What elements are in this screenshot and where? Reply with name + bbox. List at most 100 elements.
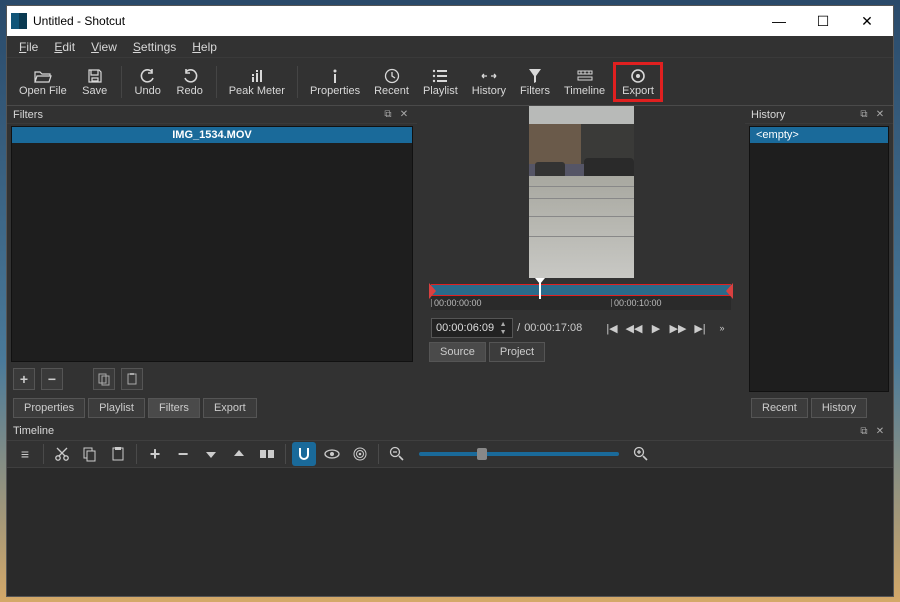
filters-panel-header: Filters ⧉ ✕ bbox=[7, 106, 417, 124]
position-up-icon[interactable]: ▲ bbox=[498, 320, 508, 328]
menu-file[interactable]: FFileile bbox=[11, 38, 46, 56]
tab-history[interactable]: History bbox=[811, 398, 867, 418]
cut-button[interactable] bbox=[50, 442, 74, 466]
redo-button[interactable]: Redo bbox=[170, 65, 210, 99]
split-button[interactable] bbox=[255, 442, 279, 466]
duration-value: 00:00:17:08 bbox=[524, 322, 582, 334]
filters-toolbar-button[interactable]: Filters bbox=[514, 65, 556, 99]
panel-popout-icon[interactable]: ⧉ bbox=[857, 108, 871, 122]
save-button[interactable]: Save bbox=[75, 65, 115, 99]
video-preview[interactable] bbox=[529, 106, 634, 278]
playhead-marker[interactable] bbox=[539, 283, 541, 299]
position-down-icon[interactable]: ▼ bbox=[498, 328, 508, 336]
timeline-menu-button[interactable]: ≡ bbox=[13, 442, 37, 466]
close-button[interactable]: ✕ bbox=[845, 6, 889, 36]
open-file-label: Open File bbox=[19, 85, 67, 97]
panel-popout-icon[interactable]: ⧉ bbox=[857, 424, 871, 438]
history-empty-row[interactable]: <empty> bbox=[750, 127, 888, 143]
playlist-label: Playlist bbox=[423, 85, 458, 97]
history-panel-header: History ⧉ ✕ bbox=[745, 106, 893, 124]
preview-panel: 00:00:00:00 00:00:10:00 00:00:06:09 ▲ ▼ … bbox=[417, 106, 745, 422]
tab-export[interactable]: Export bbox=[203, 398, 257, 418]
paste-button[interactable] bbox=[106, 442, 130, 466]
app-icon bbox=[11, 13, 27, 29]
in-point-marker[interactable] bbox=[429, 283, 436, 299]
overwrite-button[interactable] bbox=[227, 442, 251, 466]
remove-filter-button[interactable]: − bbox=[41, 368, 63, 390]
tab-properties[interactable]: Properties bbox=[13, 398, 85, 418]
tab-playlist[interactable]: Playlist bbox=[88, 398, 145, 418]
playlist-button[interactable]: Playlist bbox=[417, 65, 464, 99]
history-panel-title: History bbox=[751, 109, 785, 121]
lift-button[interactable] bbox=[199, 442, 223, 466]
scrub-bar[interactable] bbox=[431, 284, 731, 296]
tab-filters[interactable]: Filters bbox=[148, 398, 200, 418]
zoom-in-button[interactable] bbox=[629, 442, 653, 466]
history-list[interactable]: <empty> bbox=[749, 126, 889, 392]
position-value: 00:00:06:09 bbox=[436, 322, 494, 334]
panel-close-icon[interactable]: ✕ bbox=[873, 108, 887, 122]
position-field[interactable]: 00:00:06:09 ▲ ▼ bbox=[431, 318, 513, 338]
menu-settings[interactable]: Settings bbox=[125, 38, 184, 56]
snap-button[interactable] bbox=[292, 442, 316, 466]
minimize-button[interactable]: — bbox=[757, 6, 801, 36]
export-button[interactable]: Export bbox=[613, 62, 663, 102]
menu-view[interactable]: View bbox=[83, 38, 125, 56]
properties-button[interactable]: Properties bbox=[304, 65, 366, 99]
history-label: History bbox=[472, 85, 506, 97]
zoom-slider[interactable] bbox=[419, 452, 619, 456]
panel-close-icon[interactable]: ✕ bbox=[397, 108, 411, 122]
funnel-icon bbox=[528, 67, 542, 85]
peak-meter-button[interactable]: Peak Meter bbox=[223, 65, 291, 99]
filters-panel-title: Filters bbox=[13, 109, 43, 121]
timeline-icon bbox=[577, 67, 593, 85]
maximize-button[interactable]: ☐ bbox=[801, 6, 845, 36]
menu-edit[interactable]: Edit bbox=[46, 38, 83, 56]
save-label: Save bbox=[82, 85, 107, 97]
skip-start-button[interactable]: |◀ bbox=[603, 319, 621, 337]
append-button[interactable]: + bbox=[143, 442, 167, 466]
fast-forward-button[interactable]: ▶▶ bbox=[669, 319, 687, 337]
undo-button[interactable]: Undo bbox=[128, 65, 168, 99]
copy-button[interactable] bbox=[78, 442, 102, 466]
peak-meter-icon bbox=[249, 67, 265, 85]
play-button[interactable]: ▶ bbox=[647, 319, 665, 337]
remove-button[interactable]: − bbox=[171, 442, 195, 466]
scrub-audio-button[interactable] bbox=[320, 442, 344, 466]
list-icon bbox=[432, 67, 448, 85]
panel-popout-icon[interactable]: ⧉ bbox=[381, 108, 395, 122]
toolbar-separator bbox=[216, 66, 217, 98]
panel-close-icon[interactable]: ✕ bbox=[873, 424, 887, 438]
open-file-button[interactable]: Open File bbox=[13, 65, 73, 99]
tab-project[interactable]: Project bbox=[489, 342, 545, 362]
preview-tabs: Source Project bbox=[423, 338, 551, 366]
time-ruler[interactable]: 00:00:00:00 00:00:10:00 bbox=[431, 296, 731, 310]
history-toolbar-button[interactable]: History bbox=[466, 65, 512, 99]
timeline-toolbar: ≡ + − bbox=[7, 440, 893, 468]
timeline-panel: Timeline ⧉ ✕ ≡ + − bbox=[7, 422, 893, 596]
zoom-slider-thumb[interactable] bbox=[477, 448, 487, 460]
menu-help[interactable]: Help bbox=[184, 38, 225, 56]
rewind-button[interactable]: ◀◀ bbox=[625, 319, 643, 337]
skip-end-button[interactable]: ▶| bbox=[691, 319, 709, 337]
tab-source[interactable]: Source bbox=[429, 342, 486, 362]
more-transport-icon[interactable]: » bbox=[713, 319, 731, 337]
timeline-tracks[interactable] bbox=[7, 468, 893, 596]
ripple-button[interactable] bbox=[348, 442, 372, 466]
recent-button[interactable]: Recent bbox=[368, 65, 415, 99]
copy-filter-button[interactable] bbox=[93, 368, 115, 390]
tab-recent[interactable]: Recent bbox=[751, 398, 808, 418]
menubar: FFileile Edit View Settings Help bbox=[7, 36, 893, 58]
filters-selected-clip[interactable]: IMG_1534.MOV bbox=[12, 127, 412, 143]
add-filter-button[interactable]: + bbox=[13, 368, 35, 390]
undo-label: Undo bbox=[135, 85, 161, 97]
filters-panel: Filters ⧉ ✕ IMG_1534.MOV + − Prope bbox=[7, 106, 417, 422]
zoom-out-button[interactable] bbox=[385, 442, 409, 466]
paste-filter-button[interactable] bbox=[121, 368, 143, 390]
save-icon bbox=[87, 67, 103, 85]
titlebar: Untitled - Shotcut — ☐ ✕ bbox=[7, 6, 893, 36]
timeline-toolbar-button[interactable]: Timeline bbox=[558, 65, 611, 99]
history-panel: History ⧉ ✕ <empty> Recent History bbox=[745, 106, 893, 422]
out-point-marker[interactable] bbox=[726, 283, 733, 299]
filters-list[interactable]: IMG_1534.MOV bbox=[11, 126, 413, 362]
